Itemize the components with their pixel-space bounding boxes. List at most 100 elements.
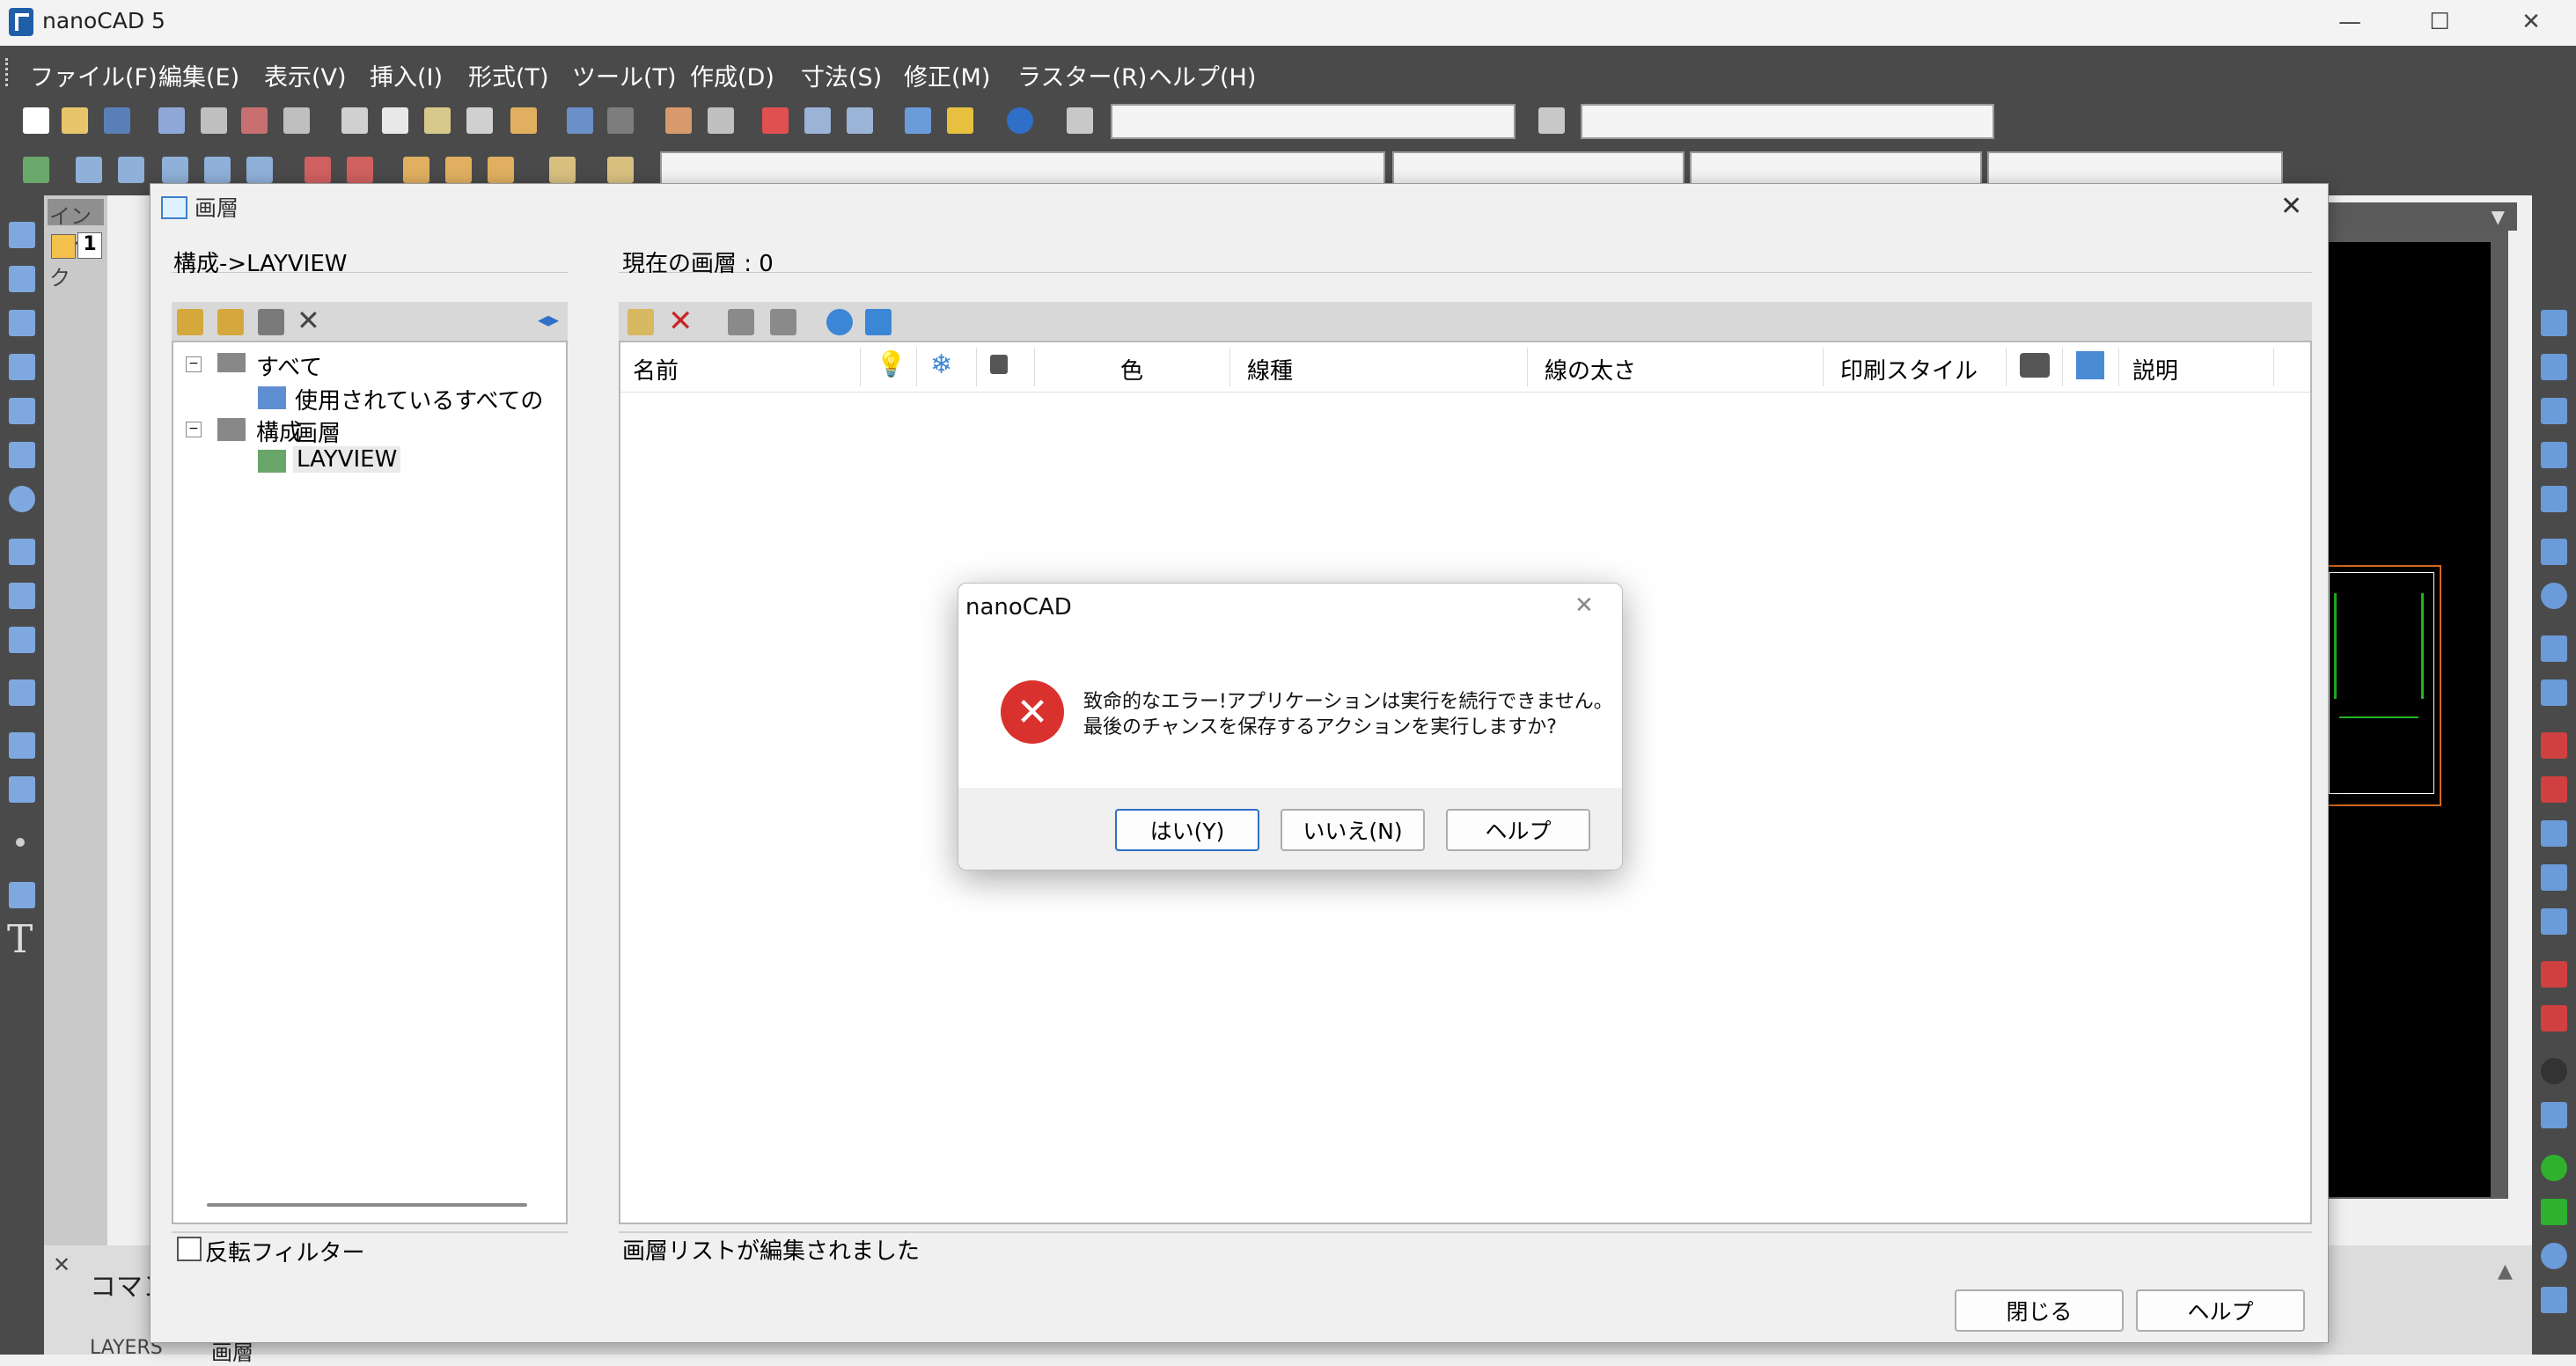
dropdown-arrow-icon[interactable]: ▼ — [2492, 206, 2505, 227]
tree-item-config[interactable]: 構成 — [256, 415, 302, 447]
menu-file[interactable]: ファイル(F) — [30, 58, 158, 92]
mirror-icon[interactable] — [2541, 398, 2567, 424]
new-vp-freeze-icon[interactable] — [2076, 351, 2104, 379]
polyline-icon[interactable] — [9, 266, 35, 292]
array-icon[interactable] — [2541, 486, 2567, 512]
column-linetype[interactable]: 線種 — [1247, 353, 1293, 386]
rectangle-icon[interactable] — [9, 398, 35, 424]
fillet-icon[interactable] — [2541, 1005, 2567, 1032]
erase-icon[interactable] — [2541, 310, 2567, 336]
column-name[interactable]: 名前 — [633, 353, 679, 386]
help-icon[interactable] — [1007, 107, 1033, 134]
table-icon[interactable] — [9, 882, 35, 908]
command-panel-close-icon[interactable]: ✕ — [53, 1252, 70, 1277]
block-insert-icon[interactable] — [445, 157, 472, 183]
layer-dropdown[interactable] — [660, 151, 1385, 187]
layer-dialog-close-icon[interactable]: ✕ — [2280, 191, 2302, 222]
spline-icon[interactable] — [9, 310, 35, 336]
block-icon[interactable] — [403, 157, 429, 183]
redo-icon[interactable] — [607, 107, 634, 134]
menu-modify[interactable]: 修正(M) — [904, 58, 990, 92]
collapse-panel-icon[interactable]: ◂▸ — [538, 307, 559, 332]
drawing-canvas[interactable] — [2323, 242, 2491, 1197]
menu-draw[interactable]: 作成(D) — [690, 58, 774, 92]
column-plot-style[interactable]: 印刷スタイル — [1840, 353, 1978, 386]
close-window-button[interactable]: ✕ — [2487, 0, 2575, 44]
save-icon[interactable] — [104, 107, 130, 134]
hatch-icon[interactable] — [9, 679, 35, 706]
tree-item-all[interactable]: すべて — [256, 349, 322, 382]
move-icon[interactable] — [2541, 539, 2567, 565]
linetype-dropdown[interactable] — [1690, 151, 1982, 187]
plot-printer-icon[interactable] — [2020, 353, 2050, 378]
layer-filter-icon[interactable] — [770, 309, 796, 335]
text-style-dropdown[interactable] — [1111, 104, 1516, 139]
stretch-icon[interactable] — [2541, 679, 2567, 706]
menu-dimension[interactable]: 寸法(S) — [801, 58, 882, 92]
ellipse-icon[interactable] — [9, 627, 35, 653]
rotate-icon[interactable] — [2541, 583, 2567, 609]
arc-dim-icon[interactable] — [347, 157, 373, 183]
yes-button[interactable]: はい(Y) — [1115, 809, 1259, 851]
open-folder-icon[interactable] — [62, 107, 88, 134]
zoom-window-icon[interactable] — [762, 107, 789, 134]
invert-filter-checkbox[interactable] — [177, 1237, 202, 1261]
on-off-bulb-icon[interactable]: 💡 — [876, 349, 906, 378]
menu-raster[interactable]: ラスター(R) — [1017, 58, 1147, 92]
cut-icon[interactable] — [341, 107, 368, 134]
refresh-icon[interactable] — [826, 309, 853, 335]
dimension-linear-icon[interactable] — [118, 157, 144, 183]
print-icon[interactable] — [158, 107, 185, 134]
select-icon[interactable] — [76, 157, 102, 183]
curve-icon[interactable] — [9, 583, 35, 609]
menu-view[interactable]: 表示(V) — [264, 58, 347, 92]
new-layer-icon[interactable] — [627, 309, 654, 335]
new-group-filter-icon[interactable] — [217, 309, 244, 335]
layer-states-icon[interactable] — [865, 309, 892, 335]
no-button[interactable]: いいえ(N) — [1281, 809, 1425, 851]
polygon-icon[interactable] — [9, 354, 35, 380]
break-icon[interactable] — [2541, 820, 2567, 847]
inspector-index[interactable]: 1 — [77, 232, 102, 259]
menu-help[interactable]: ヘルプ(H) — [1149, 58, 1256, 92]
menu-insert[interactable]: 挿入(I) — [370, 58, 443, 92]
layer-dialog-help-button[interactable]: ヘルプ — [2136, 1289, 2305, 1332]
preview-icon[interactable] — [201, 107, 227, 134]
layer-previous-icon[interactable] — [2541, 1287, 2567, 1313]
scroll-up-icon[interactable]: ▲ — [2498, 1260, 2513, 1282]
column-lineweight[interactable]: 線の太さ — [1545, 353, 1636, 386]
cloud-icon[interactable] — [9, 539, 35, 565]
new-property-filter-icon[interactable] — [177, 309, 203, 335]
edit-polyline-icon[interactable] — [2541, 1102, 2567, 1128]
image-icon[interactable] — [9, 776, 35, 803]
dim-style-icon[interactable] — [1538, 107, 1565, 134]
error-dialog-close-icon[interactable]: ✕ — [1574, 592, 1594, 619]
copy-icon[interactable] — [382, 107, 408, 134]
lineweight-dropdown[interactable] — [1987, 151, 2283, 187]
dimension-baseline-icon[interactable] — [246, 157, 273, 183]
join-icon[interactable] — [2541, 864, 2567, 891]
new-file-icon[interactable] — [23, 107, 49, 134]
paste-icon[interactable] — [424, 107, 451, 134]
point-icon[interactable] — [16, 838, 25, 847]
menu-tools[interactable]: ツール(T) — [572, 58, 677, 92]
distance-icon[interactable] — [905, 107, 931, 134]
arc-icon[interactable] — [9, 442, 35, 468]
region-icon[interactable] — [9, 732, 35, 759]
menu-edit[interactable]: 編集(E) — [158, 58, 239, 92]
explode-icon[interactable] — [2541, 1058, 2567, 1084]
publish-icon[interactable] — [241, 107, 268, 134]
delete-filter-icon[interactable]: ✕ — [297, 304, 320, 337]
tree-item-all-used[interactable]: 使用されているすべての画層 — [295, 383, 566, 448]
properties-icon[interactable] — [549, 157, 576, 183]
trim-icon[interactable] — [2541, 732, 2567, 759]
globe-icon[interactable] — [2541, 1243, 2567, 1269]
text-tool-icon[interactable]: T — [7, 917, 33, 962]
minimize-button[interactable]: — — [2306, 0, 2394, 44]
extend-icon[interactable] — [2541, 776, 2567, 803]
settings-icon[interactable] — [607, 157, 634, 183]
green-layer-icon[interactable] — [2541, 1155, 2567, 1181]
tree-collapse-config-icon[interactable]: − — [186, 422, 202, 437]
brush-icon[interactable] — [510, 107, 537, 134]
block-edit-icon[interactable] — [488, 157, 514, 183]
